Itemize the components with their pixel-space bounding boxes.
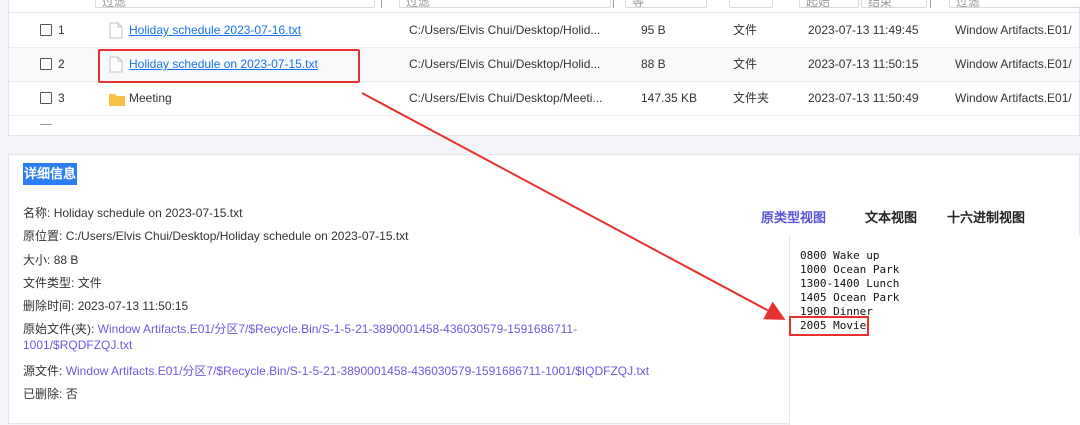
row-checkbox[interactable] xyxy=(40,58,52,70)
row-path: C:/Users/Elvis Chui/Desktop/Holid... xyxy=(409,23,601,37)
detail-original-file: 原始文件(夹): Window Artifacts.E01/分区7/$Recyc… xyxy=(23,322,578,336)
row-source: Window Artifacts.E01/ xyxy=(955,23,1072,37)
row-size: 88 B xyxy=(641,57,666,71)
detail-original-file-cont: 1001/$RQDFZQJ.txt xyxy=(23,338,132,352)
row-checkbox[interactable] xyxy=(40,92,52,104)
source-file-link[interactable]: Window Artifacts.E01/分区7/$Recycle.Bin/S-… xyxy=(66,364,649,378)
detail-type: 文件类型: 文件 xyxy=(23,276,102,290)
detail-location: 原位置: C:/Users/Elvis Chui/Desktop/Holiday… xyxy=(23,229,409,243)
details-panel: 详细信息 名称: Holiday schedule on 2023-07-15.… xyxy=(8,154,1080,425)
row-size: 147.35 KB xyxy=(641,91,698,105)
filter-input-path[interactable]: 过滤 xyxy=(399,0,611,8)
filter-select-size[interactable]: 等 xyxy=(625,0,707,8)
preview-line: 1405 Ocean Park xyxy=(800,291,900,304)
folder-name[interactable]: Meeting xyxy=(129,82,172,115)
tab-raw-view[interactable]: 原类型视图 xyxy=(761,207,826,226)
partial-row-indicator xyxy=(40,124,52,125)
text-file-icon xyxy=(109,22,123,39)
detail-name: 名称: Holiday schedule on 2023-07-15.txt xyxy=(23,206,243,220)
preview-line: 0800 Wake up xyxy=(800,249,880,262)
detail-deleted-time: 删除时间: 2023-07-13 11:50:15 xyxy=(23,299,189,313)
preview-line: 1000 Ocean Park xyxy=(800,263,900,276)
row-size: 95 B xyxy=(641,23,666,37)
row-source: Window Artifacts.E01/ xyxy=(955,91,1072,105)
row-index: 3 xyxy=(58,91,65,105)
original-file-link[interactable]: Window Artifacts.E01/分区7/$Recycle.Bin/S-… xyxy=(98,322,577,336)
file-name-link[interactable]: Holiday schedule 2023-07-16.txt xyxy=(129,14,301,47)
filter-input-source[interactable]: 过滤 xyxy=(949,0,1080,8)
table-row[interactable]: 1 Holiday schedule 2023-07-16.txt C:/Use… xyxy=(9,14,1079,48)
row-index: 2 xyxy=(58,57,65,71)
row-index: 1 xyxy=(58,23,65,37)
tab-hex-view[interactable]: 十六进制视图 xyxy=(947,207,1025,226)
row-time: 2023-07-13 11:49:45 xyxy=(808,23,919,37)
filter-input-name[interactable]: 过滤 xyxy=(95,0,375,8)
details-title: 详细信息 xyxy=(23,163,78,185)
detail-deleted: 已删除: 否 xyxy=(23,387,78,401)
row-checkbox[interactable] xyxy=(40,24,52,36)
annotation-highlight-filename xyxy=(98,49,360,83)
row-time: 2023-07-13 11:50:49 xyxy=(808,91,919,105)
row-source: Window Artifacts.E01/ xyxy=(955,57,1072,71)
row-path: C:/Users/Elvis Chui/Desktop/Holid... xyxy=(409,57,601,71)
row-path: C:/Users/Elvis Chui/Desktop/Meeti... xyxy=(409,91,603,105)
filter-select-type[interactable] xyxy=(729,0,773,8)
row-type: 文件 xyxy=(733,57,758,71)
preview-line: 1300-1400 Lunch xyxy=(800,277,900,290)
row-time: 2023-07-13 11:50:15 xyxy=(808,57,919,71)
folder-icon xyxy=(109,94,125,106)
filter-row: 过滤 过滤 等 起始 结束 过滤 xyxy=(9,0,1080,13)
table-row[interactable]: 3 Meeting C:/Users/Elvis Chui/Desktop/Me… xyxy=(9,82,1079,116)
filter-input-start[interactable]: 起始 xyxy=(799,0,859,8)
original-file-link-cont[interactable]: 1001/$RQDFZQJ.txt xyxy=(23,338,132,352)
detail-size: 大小: 88 B xyxy=(23,253,79,267)
tab-text-view[interactable]: 文本视图 xyxy=(865,207,917,226)
detail-source-file: 源文件: Window Artifacts.E01/分区7/$Recycle.B… xyxy=(23,364,650,378)
filter-input-end[interactable]: 结束 xyxy=(861,0,927,8)
annotation-highlight-movie xyxy=(789,316,869,336)
row-type: 文件夹 xyxy=(733,91,770,105)
row-type: 文件 xyxy=(733,23,758,37)
